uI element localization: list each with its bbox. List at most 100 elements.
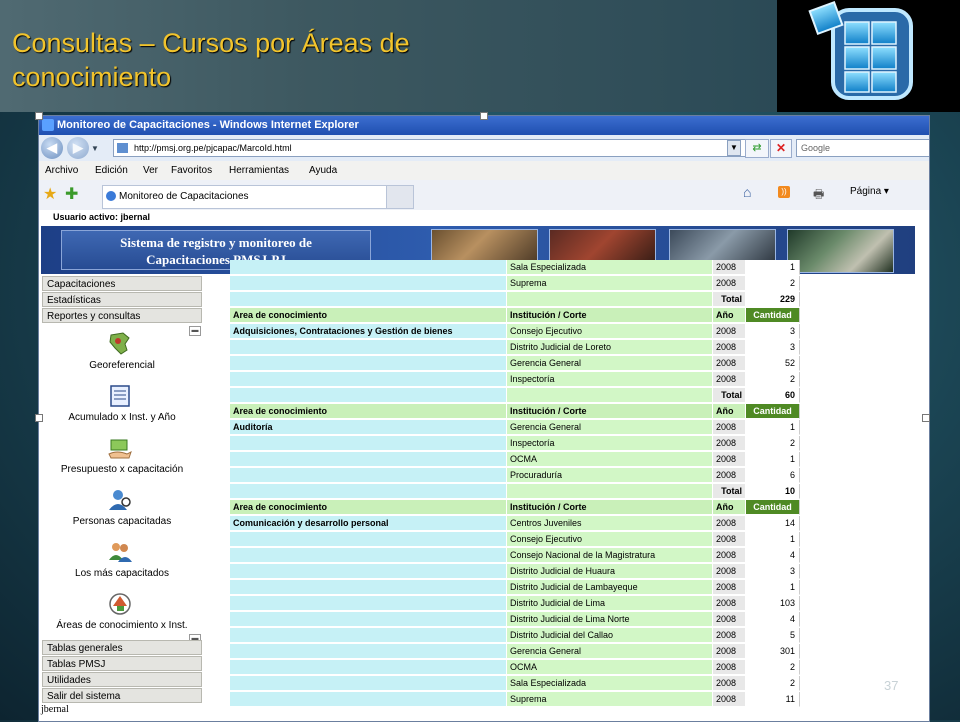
menu-ver[interactable]: Ver — [143, 161, 158, 180]
page-menu-label: Página — [850, 186, 882, 197]
table-row: Gerencia General 2008 301 — [230, 644, 800, 659]
back-icon[interactable]: ◀ — [41, 137, 63, 159]
cell-year: 2008 — [713, 324, 746, 339]
menu-favoritos[interactable]: Favoritos — [171, 161, 212, 180]
sidebar-item-tablas-pmsj[interactable]: Tablas PMSJ — [42, 656, 202, 671]
menu-edicion[interactable]: Edición — [95, 161, 128, 180]
cell-area — [230, 676, 507, 691]
cell-inst: Distrito Judicial de Huaura — [507, 564, 713, 579]
menu-ayuda[interactable]: Ayuda — [309, 161, 337, 180]
stop-button[interactable]: ✕ — [770, 139, 792, 158]
table-row: Sala Especializada 2008 1 — [230, 260, 800, 275]
cell-year: 2008 — [713, 356, 746, 371]
cell-year: 2008 — [713, 340, 746, 355]
nav-presupuesto[interactable]: Presupuesto x capacitación — [39, 436, 205, 486]
cell-qty: 1 — [746, 260, 800, 275]
empty-cell — [507, 388, 713, 403]
cell-area: Adquisiciones, Contrataciones y Gestión … — [230, 324, 507, 339]
cell-area — [230, 596, 507, 611]
sidebar-item-reportes[interactable]: Reportes y consultas — [42, 308, 202, 323]
new-tab-button[interactable] — [386, 185, 414, 209]
table-row: Comunicación y desarrollo personal Centro… — [230, 516, 800, 531]
cell-year: 2008 — [713, 260, 746, 275]
cell-area — [230, 340, 507, 355]
favorites-star-icon[interactable]: ★ — [43, 184, 57, 204]
cell-inst: Distrito Judicial de Lima — [507, 596, 713, 611]
menu-herramientas[interactable]: Herramientas — [229, 161, 289, 180]
header-cell-qty: Cantidad — [746, 308, 800, 323]
cell-year: 2008 — [713, 692, 746, 707]
cell-inst: Suprema — [507, 692, 713, 707]
table-row: Total 10 — [230, 484, 800, 499]
cell-area — [230, 276, 507, 291]
nav-acumulado[interactable]: Acumulado x Inst. y Año — [39, 384, 205, 434]
table-row: Total 229 — [230, 292, 800, 307]
browser-window-title: Monitoreo de Capacitaciones - Windows In… — [57, 119, 359, 131]
sidebar-item-utilidades[interactable]: Utilidades — [42, 672, 202, 687]
total-value: 10 — [746, 484, 800, 499]
empty-cell — [507, 292, 713, 307]
table-row: Area de conocimiento Institución / Corte A… — [230, 404, 800, 419]
refresh-button[interactable]: ⇄ — [745, 139, 769, 158]
cell-area — [230, 692, 507, 707]
ie-tab-icon — [106, 191, 116, 201]
cell-qty: 4 — [746, 612, 800, 627]
sidebar-item-estadisticas[interactable]: Estadísticas — [42, 292, 202, 307]
table-row: Suprema 2008 2 — [230, 276, 800, 291]
cell-area — [230, 628, 507, 643]
address-dropdown-icon[interactable]: ▼ — [727, 140, 741, 156]
rss-icon[interactable]: )) — [778, 186, 790, 198]
menu-archivo[interactable]: Archivo — [45, 161, 78, 180]
forward-icon[interactable]: ▶ — [67, 137, 89, 159]
tab-monitoreo[interactable]: Monitoreo de Capacitaciones — [102, 185, 400, 209]
table-row: Distrito Judicial de Lima 2008 103 — [230, 596, 800, 611]
cell-year: 2008 — [713, 516, 746, 531]
nav-label: Georeferencial — [89, 360, 155, 371]
home-icon[interactable]: ⌂ — [743, 184, 751, 200]
cell-inst: Consejo Ejecutivo — [507, 324, 713, 339]
table-row: Consejo Nacional de la Magistratura 2008 4 — [230, 548, 800, 563]
empty-cell — [230, 484, 507, 499]
cell-inst: Distrito Judicial de Lambayeque — [507, 580, 713, 595]
history-dropdown-icon[interactable]: ▼ — [91, 144, 99, 153]
print-icon[interactable]: 🖶 — [813, 185, 824, 206]
table-row: Distrito Judicial de Huaura 2008 3 — [230, 564, 800, 579]
cell-area — [230, 436, 507, 451]
cell-inst: Distrito Judicial del Callao — [507, 628, 713, 643]
cell-area — [230, 644, 507, 659]
sidebar-item-capacitaciones[interactable]: Capacitaciones — [42, 276, 202, 291]
ie-icon — [42, 119, 54, 131]
cell-year: 2008 — [713, 420, 746, 435]
nav-areas-conocimiento[interactable]: Áreas de conocimiento x Inst. — [39, 592, 205, 642]
search-input[interactable]: Google — [796, 139, 929, 157]
selection-handle — [35, 112, 43, 120]
nav-label: Acumulado x Inst. y Año — [68, 412, 176, 423]
sidebar-item-tablas-generales[interactable]: Tablas generales — [42, 640, 202, 655]
table-row: Distrito Judicial de Lima Norte 2008 4 — [230, 612, 800, 627]
cell-year: 2008 — [713, 564, 746, 579]
nav-personas[interactable]: Personas capacitadas — [39, 488, 205, 538]
header-cell-area: Area de conocimiento — [230, 308, 507, 323]
page-menu[interactable]: Página ▾ — [850, 186, 889, 197]
slide-title-line1: Consultas – Cursos por Áreas de — [12, 28, 410, 58]
empty-cell — [230, 388, 507, 403]
nav-mas-capacitados[interactable]: Los más capacitados — [39, 540, 205, 590]
page-icon — [117, 143, 128, 153]
cell-inst: OCMA — [507, 660, 713, 675]
address-bar[interactable]: http://pmsj.org.pe/pjcapac/MarcoId.html — [113, 139, 757, 157]
cell-qty: 1 — [746, 532, 800, 547]
browser-window: Monitoreo de Capacitaciones - Windows In… — [38, 115, 930, 722]
total-value: 229 — [746, 292, 800, 307]
add-favorite-icon[interactable]: ✚ — [65, 184, 78, 204]
cell-qty: 4 — [746, 548, 800, 563]
table-row: Distrito Judicial del Callao 2008 5 — [230, 628, 800, 643]
table-row: Consejo Ejecutivo 2008 1 — [230, 532, 800, 547]
cell-inst: Inspectoría — [507, 436, 713, 451]
active-user: Usuario activo: jbernal — [53, 212, 151, 222]
nav-georeferencial[interactable]: Georeferencial — [39, 332, 205, 382]
table-row: Gerencia General 2008 52 — [230, 356, 800, 371]
cell-year: 2008 — [713, 676, 746, 691]
slide-number: 37 — [884, 678, 899, 693]
cell-area — [230, 564, 507, 579]
sidebar-item-salir[interactable]: Salir del sistema — [42, 688, 202, 703]
